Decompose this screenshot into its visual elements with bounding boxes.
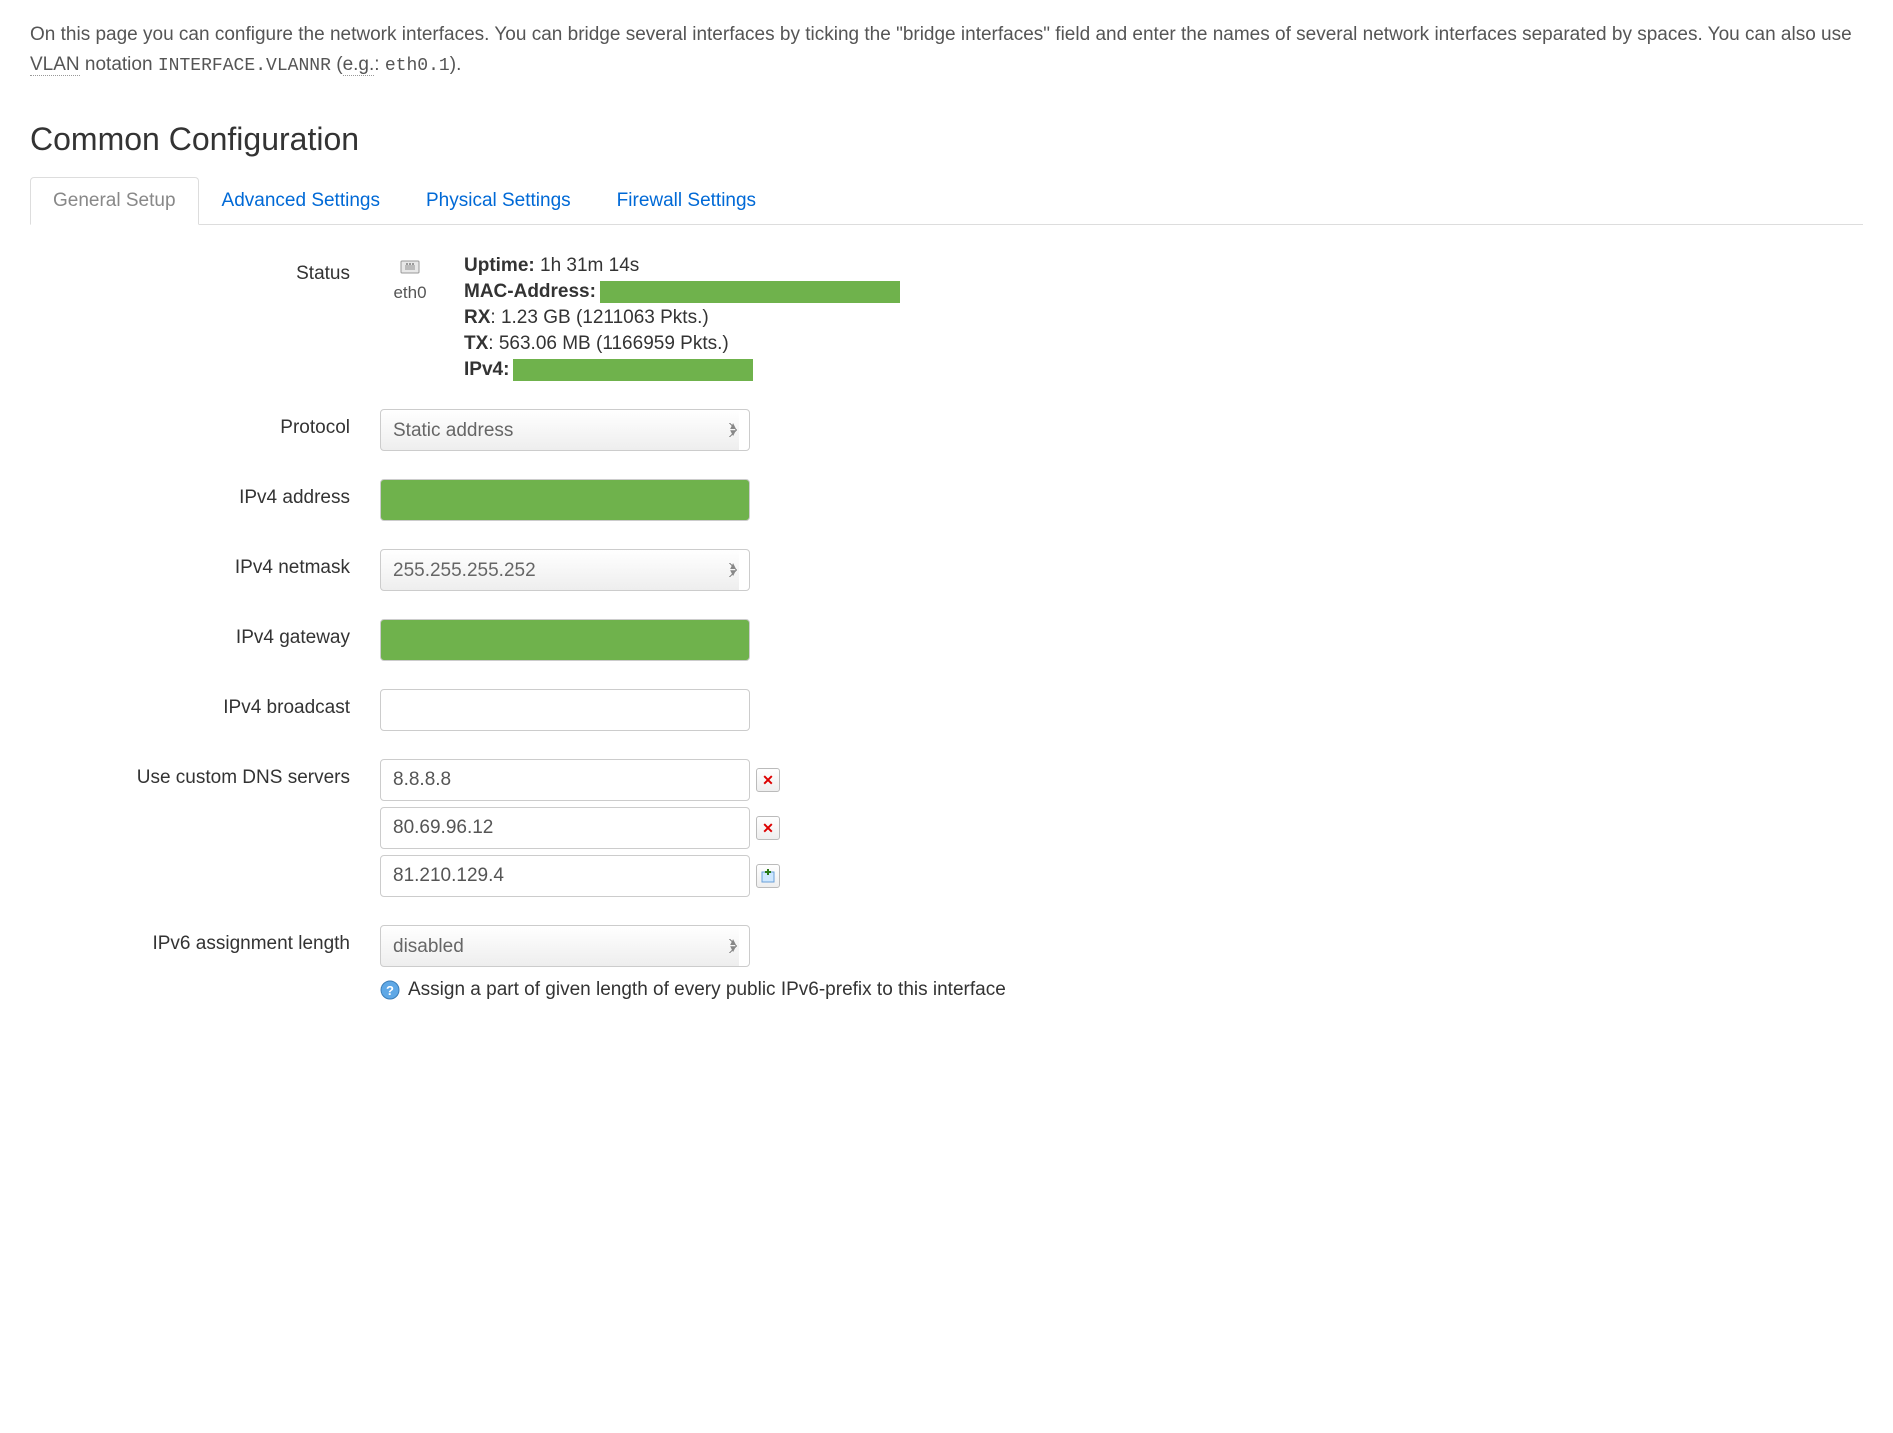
- tab-advanced-settings[interactable]: Advanced Settings: [199, 177, 403, 225]
- help-icon: ?: [380, 980, 400, 1000]
- remove-dns-button[interactable]: ✕: [756, 768, 780, 792]
- tab-general-setup[interactable]: General Setup: [30, 177, 199, 225]
- ipv4-gateway-input[interactable]: [380, 619, 750, 661]
- add-icon: [761, 869, 775, 883]
- tabs: General Setup Advanced Settings Physical…: [30, 176, 1863, 225]
- ipv4-address-input[interactable]: [380, 479, 750, 521]
- protocol-label: Protocol: [30, 409, 380, 439]
- ipv4-address-label: IPv4 address: [30, 479, 380, 509]
- ipv4-broadcast-input[interactable]: [380, 689, 750, 731]
- redacted-mac: [600, 281, 900, 303]
- tab-physical-settings[interactable]: Physical Settings: [403, 177, 594, 225]
- status-mac: MAC-Address:: [464, 281, 900, 303]
- svg-text:?: ?: [386, 983, 394, 998]
- ipv6-assign-label: IPv6 assignment length: [30, 925, 380, 955]
- interface-name: eth0: [393, 283, 426, 303]
- protocol-select[interactable]: Static address: [380, 409, 750, 451]
- section-title: Common Configuration: [30, 121, 1863, 158]
- tab-firewall-settings[interactable]: Firewall Settings: [594, 177, 779, 225]
- status-ipv4: IPv4:: [464, 359, 900, 381]
- dns-label: Use custom DNS servers: [30, 759, 380, 789]
- intro-text: On this page you can configure the netwo…: [30, 20, 1863, 81]
- ipv4-netmask-label: IPv4 netmask: [30, 549, 380, 579]
- ipv4-broadcast-label: IPv4 broadcast: [30, 689, 380, 719]
- vlan-abbr: VLAN: [30, 54, 80, 76]
- remove-dns-button[interactable]: ✕: [756, 816, 780, 840]
- add-dns-button[interactable]: [756, 864, 780, 888]
- dns-input-2[interactable]: [380, 807, 750, 849]
- ipv6-assign-help-text: Assign a part of given length of every p…: [408, 979, 1006, 1001]
- eg-abbr: e.g.: [343, 54, 375, 76]
- ipv4-netmask-select[interactable]: 255.255.255.252: [380, 549, 750, 591]
- ipv6-assign-select[interactable]: disabled: [380, 925, 750, 967]
- status-rx: RX: 1.23 GB (1211063 Pkts.): [464, 307, 900, 329]
- code-notation: INTERFACE.VLANNR: [158, 56, 331, 76]
- status-label: Status: [30, 255, 380, 285]
- status-tx: TX: 563.06 MB (1166959 Pkts.): [464, 333, 900, 355]
- status-uptime: Uptime: 1h 31m 14s: [464, 255, 900, 277]
- redacted-ipv4: [513, 359, 753, 381]
- ipv4-gateway-label: IPv4 gateway: [30, 619, 380, 649]
- dns-input-1[interactable]: [380, 759, 750, 801]
- close-icon: ✕: [762, 820, 774, 837]
- ethernet-port-icon: [398, 255, 422, 279]
- dns-input-3[interactable]: [380, 855, 750, 897]
- close-icon: ✕: [762, 772, 774, 789]
- code-example: eth0.1: [385, 56, 450, 76]
